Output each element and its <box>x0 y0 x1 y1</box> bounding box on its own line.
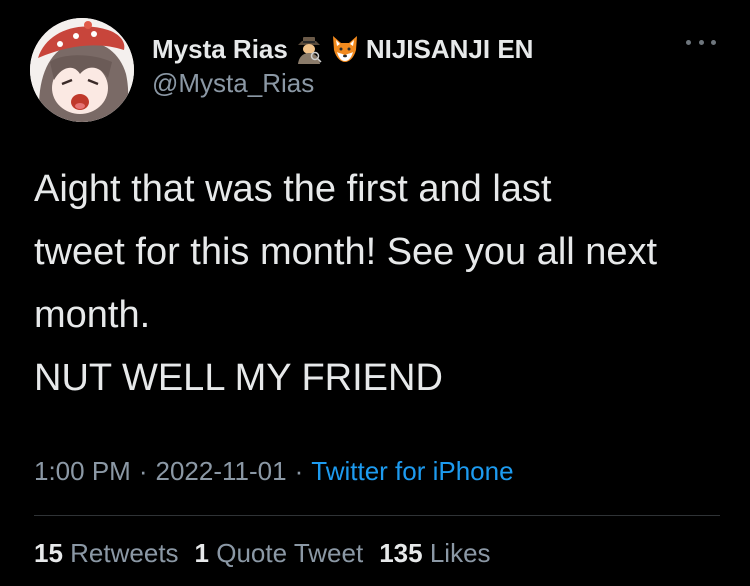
more-dot <box>698 39 704 45</box>
tweet-line: month. <box>34 294 151 336</box>
meta-separator: · <box>138 456 148 486</box>
tweet-header: Mysta Rias NIJISANJI EN @Mysta_Rias <box>30 16 720 122</box>
tweet-time[interactable]: 1:00 PM <box>34 456 131 486</box>
affiliation-label[interactable]: NIJISANJI EN <box>366 34 534 65</box>
tweet-text: Aight that was the first and last tweet … <box>34 158 734 410</box>
tweet-date[interactable]: 2022-11-01 <box>156 456 287 486</box>
display-name-row[interactable]: Mysta Rias NIJISANJI EN <box>152 32 533 66</box>
retweets-stat[interactable]: 15 Retweets <box>34 538 179 569</box>
quote-tweets-label: Quote Tweet <box>216 538 364 568</box>
divider <box>34 515 720 516</box>
avatar[interactable] <box>30 18 134 122</box>
retweets-label: Retweets <box>70 538 179 568</box>
avatar-image <box>30 18 134 122</box>
display-name[interactable]: Mysta Rias <box>152 34 288 65</box>
user-handle[interactable]: @Mysta_Rias <box>152 68 533 99</box>
fox-icon <box>330 34 360 64</box>
meta-separator: · <box>294 456 304 486</box>
more-dot <box>711 39 716 45</box>
tweet-line: tweet for this month! See you all next <box>34 231 658 273</box>
tweet-line: NUT WELL MY FRIEND <box>34 357 443 399</box>
more-options-icon[interactable] <box>686 36 716 48</box>
likes-count: 135 <box>379 538 423 568</box>
tweet-source-link[interactable]: Twitter for iPhone <box>311 456 513 486</box>
likes-stat[interactable]: 135 Likes <box>379 538 490 569</box>
retweets-count: 15 <box>34 538 63 568</box>
likes-label: Likes <box>429 538 491 568</box>
tweet-metadata: 1:00 PM · 2022-11-01 · Twitter for iPhone <box>34 456 514 487</box>
quote-tweets-stat[interactable]: 1 Quote Tweet <box>195 538 364 569</box>
detective-icon <box>294 34 324 64</box>
author-names: Mysta Rias NIJISANJI EN @Mysta_Rias <box>152 32 533 99</box>
more-dot <box>686 39 691 45</box>
tweet-line: Aight that was the first and last <box>34 168 552 210</box>
quote-tweets-count: 1 <box>194 538 210 568</box>
engagement-stats: 15 Retweets 1 Quote Tweet 135 Likes <box>34 538 507 569</box>
